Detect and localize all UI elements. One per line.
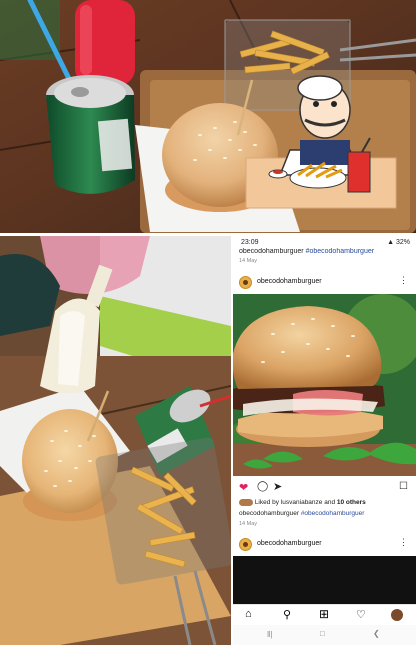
liked-by-others[interactable]: 10 others	[337, 499, 366, 506]
post-caption: obecodohamburguer #obecodohamburguer	[239, 510, 415, 517]
activity-heart-icon[interactable]: ♡	[356, 608, 366, 621]
search-icon[interactable]: ⚲	[283, 608, 291, 621]
bottom-left-photo-scene	[0, 236, 231, 645]
add-post-icon[interactable]: ⊞	[319, 607, 329, 621]
profile-avatar-icon[interactable]	[391, 609, 403, 621]
battery-percent: 32%	[395, 239, 410, 246]
top-photo	[0, 0, 416, 233]
avatar[interactable]	[239, 276, 252, 289]
post-header: obecodohamburguer ⋮	[233, 272, 416, 294]
home-icon[interactable]: ⌂	[245, 608, 252, 620]
status-time: 23:09	[241, 239, 259, 246]
previous-caption-hashtag[interactable]: #obecodohamburguer	[306, 248, 375, 255]
previous-post-date: 14 May	[239, 258, 258, 264]
share-icon[interactable]: ➤	[273, 480, 282, 493]
liker-avatars-icon	[239, 499, 253, 506]
caption-hashtag[interactable]: #obecodohamburguer	[301, 510, 365, 517]
back-icon[interactable]: ❮	[373, 629, 380, 638]
next-post-image[interactable]	[233, 556, 416, 606]
liked-by-prefix: Liked by	[254, 499, 280, 507]
likes-line: Liked by lusvaniabanze and 10 others	[239, 499, 415, 506]
liked-by-and: and	[324, 499, 336, 507]
post-username[interactable]: obecodohamburguer	[257, 278, 322, 285]
next-post-header: obecodohamburguer ⋮	[233, 534, 416, 556]
more-options-icon[interactable]: ⋮	[399, 275, 408, 286]
comment-icon[interactable]: ◯	[257, 481, 268, 492]
system-nav-bar: ‖| □ ❮	[233, 625, 416, 645]
status-right: ▲ 32%	[387, 239, 410, 246]
recents-icon[interactable]: ‖|	[267, 630, 272, 639]
previous-caption-user[interactable]: obecodohamburguer	[239, 248, 304, 255]
home-system-icon[interactable]: □	[320, 629, 325, 638]
top-photo-scene	[0, 0, 416, 233]
bottom-left-photo	[0, 236, 231, 645]
liked-by-user[interactable]: lusvaniabanze	[281, 499, 323, 506]
post-image[interactable]	[233, 294, 416, 476]
next-avatar[interactable]	[239, 538, 252, 551]
post-date: 14 May	[239, 521, 258, 527]
caption-user[interactable]: obecodohamburguer	[239, 510, 299, 517]
next-more-options-icon[interactable]: ⋮	[399, 537, 408, 548]
post-actions: ❤ ◯ ➤ ☐	[233, 481, 416, 495]
signal-icon: ▲	[387, 239, 395, 246]
heart-icon[interactable]: ❤	[239, 481, 248, 494]
bookmark-icon[interactable]: ☐	[399, 481, 408, 492]
bottom-nav: ⌂ ⚲ ⊞ ♡	[233, 604, 416, 625]
instagram-screenshot: 23:09 ▲ 32% obecodohamburguer #obecodoha…	[233, 236, 416, 645]
previous-post-caption: obecodohamburguer #obecodohamburguer	[239, 248, 414, 255]
next-post-username[interactable]: obecodohamburguer	[257, 540, 322, 547]
post-image-burger	[233, 294, 416, 476]
soda-can	[46, 75, 135, 194]
